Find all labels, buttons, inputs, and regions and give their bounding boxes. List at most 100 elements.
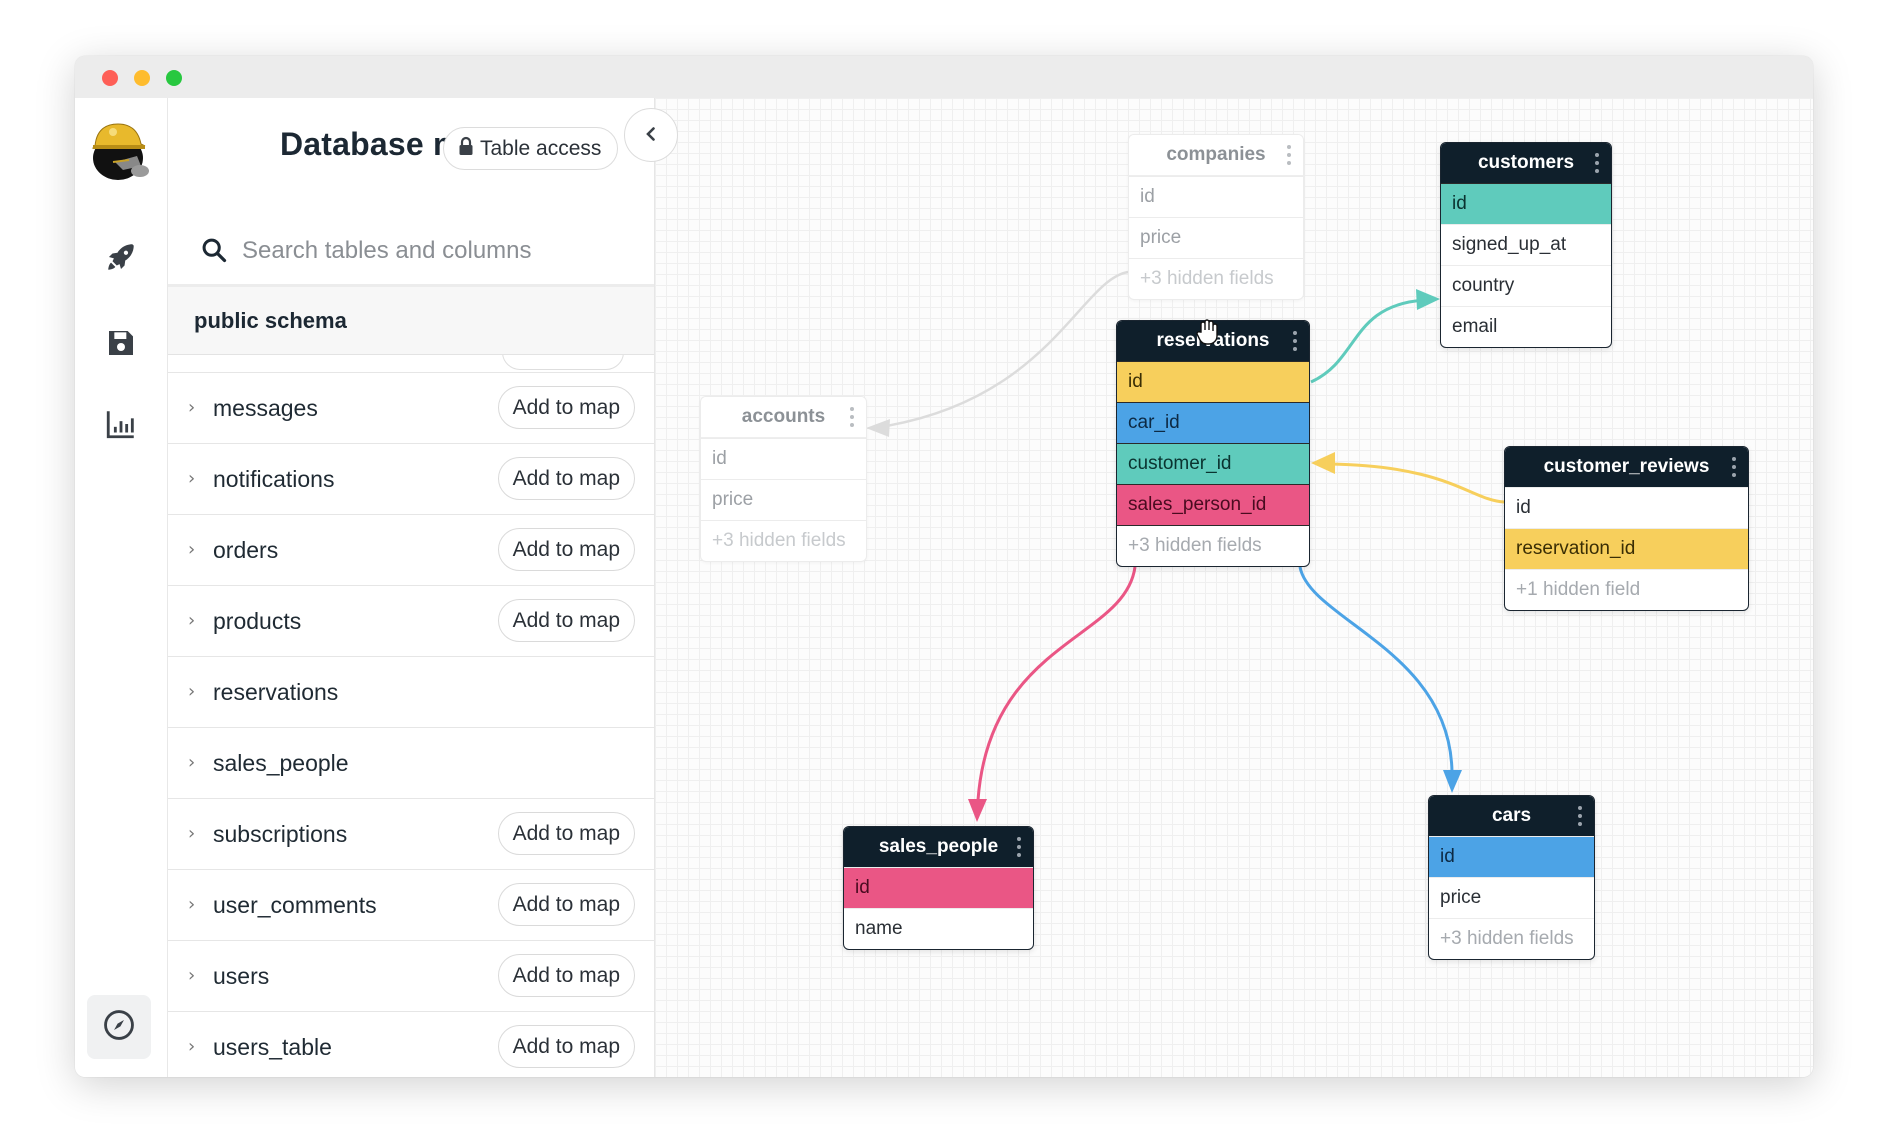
save-icon[interactable]	[101, 323, 141, 363]
field-row[interactable]: car_id	[1117, 402, 1309, 443]
search-bar	[168, 216, 654, 287]
chevron-right-icon[interactable]: ›	[188, 894, 202, 915]
list-item[interactable]: › users_table Add to map	[168, 1012, 654, 1077]
field-row[interactable]: email	[1441, 306, 1611, 347]
map-table-cars[interactable]: cars id price +3 hidden fields	[1428, 795, 1595, 960]
add-to-map-button[interactable]: Add to map	[497, 812, 635, 855]
add-to-map-button[interactable]: Add to map	[497, 386, 635, 429]
more-options-icon[interactable]	[850, 407, 854, 427]
table-name: reservations	[213, 679, 339, 705]
bar-chart-icon[interactable]	[101, 404, 141, 444]
minimize-window-button[interactable]	[134, 70, 150, 86]
more-options-icon[interactable]	[1595, 153, 1599, 173]
chevron-right-icon[interactable]: ›	[188, 681, 202, 702]
table-name: notifications	[213, 466, 335, 492]
title-bar	[75, 56, 1813, 98]
hidden-fields-toggle[interactable]: +3 hidden fields	[1117, 525, 1309, 566]
more-options-icon[interactable]	[1017, 837, 1021, 857]
map-table-customers[interactable]: customers id signed_up_at country email	[1440, 142, 1612, 348]
chevron-right-icon[interactable]: ›	[188, 965, 202, 986]
table-name: sales_people	[213, 750, 349, 776]
more-options-icon[interactable]	[1293, 331, 1297, 351]
field-row[interactable]: id	[1129, 176, 1303, 217]
schema-label: public schema	[194, 307, 347, 333]
add-to-map-button[interactable]: Add to map	[497, 883, 635, 926]
add-to-map-button[interactable]: Add to map	[497, 599, 635, 642]
chevron-right-icon[interactable]: ›	[188, 823, 202, 844]
add-to-map-button[interactable]: Add to map	[497, 528, 635, 571]
table-header[interactable]: sales_people	[844, 827, 1033, 867]
field-row[interactable]: name	[844, 908, 1033, 949]
miner-mascot-logo[interactable]	[85, 116, 155, 186]
field-row[interactable]: id	[701, 438, 866, 479]
list-item[interactable]: › messages Add to map	[168, 373, 654, 444]
collapse-panel-button[interactable]	[624, 108, 678, 162]
chevron-right-icon[interactable]: ›	[188, 610, 202, 631]
maximize-window-button[interactable]	[166, 70, 182, 86]
field-row[interactable]: id	[1505, 487, 1748, 528]
table-name: users	[213, 963, 270, 989]
chevron-right-icon[interactable]: ›	[188, 539, 202, 560]
list-item[interactable]: › users Add to map	[168, 941, 654, 1012]
table-title: cars	[1491, 805, 1532, 826]
table-title: sales_people	[878, 836, 999, 857]
hidden-fields-toggle[interactable]: +3 hidden fields	[1129, 258, 1303, 299]
list-item-partial	[168, 354, 654, 373]
table-access-button[interactable]: Table access	[443, 127, 619, 170]
table-header[interactable]: companies	[1129, 135, 1303, 176]
rocket-icon[interactable]	[101, 237, 141, 277]
field-row[interactable]: id	[1441, 183, 1611, 224]
more-options-icon[interactable]	[1287, 145, 1291, 165]
field-row[interactable]: price	[701, 479, 866, 520]
field-row[interactable]: country	[1441, 265, 1611, 306]
lock-icon	[458, 136, 474, 162]
chevron-right-icon[interactable]: ›	[188, 1036, 202, 1057]
schema-header[interactable]: public schema	[168, 287, 654, 355]
table-header[interactable]: cars	[1429, 796, 1594, 836]
table-list: › messages Add to map › notifications Ad…	[168, 354, 654, 1077]
map-table-customer-reviews[interactable]: customer_reviews id reservation_id +1 hi…	[1504, 446, 1749, 611]
list-item[interactable]: › products Add to map	[168, 586, 654, 657]
list-item[interactable]: › reservations	[168, 657, 654, 728]
hidden-fields-toggle[interactable]: +1 hidden field	[1505, 569, 1748, 610]
chevron-right-icon[interactable]: ›	[188, 468, 202, 489]
icon-rail	[75, 98, 168, 1077]
field-row[interactable]: price	[1429, 877, 1594, 918]
field-row[interactable]: reservation_id	[1505, 528, 1748, 569]
chevron-right-icon[interactable]: ›	[188, 397, 202, 418]
map-table-companies[interactable]: companies id price +3 hidden fields	[1128, 134, 1304, 300]
field-row[interactable]: price	[1129, 217, 1303, 258]
field-row[interactable]: sales_person_id	[1117, 484, 1309, 525]
more-options-icon[interactable]	[1578, 806, 1582, 826]
list-item[interactable]: › notifications Add to map	[168, 444, 654, 515]
add-to-map-button[interactable]: Add to map	[497, 954, 635, 997]
hidden-fields-toggle[interactable]: +3 hidden fields	[701, 520, 866, 561]
list-item[interactable]: › user_comments Add to map	[168, 870, 654, 941]
explore-button[interactable]	[87, 995, 151, 1059]
field-row[interactable]: id	[1117, 361, 1309, 402]
table-header[interactable]: customer_reviews	[1505, 447, 1748, 487]
search-icon	[200, 236, 228, 268]
table-name: subscriptions	[213, 821, 348, 847]
field-row[interactable]: customer_id	[1117, 443, 1309, 484]
map-table-reservations[interactable]: reservations id car_id customer_id sales…	[1116, 320, 1310, 567]
hidden-fields-toggle[interactable]: +3 hidden fields	[1429, 918, 1594, 959]
chevron-left-icon	[642, 125, 660, 146]
list-item[interactable]: › subscriptions Add to map	[168, 799, 654, 870]
database-map-panel: Database map Table access public schema …	[168, 98, 655, 1077]
field-row[interactable]: id	[844, 867, 1033, 908]
field-row[interactable]: id	[1429, 836, 1594, 877]
map-table-sales-people[interactable]: sales_people id name	[843, 826, 1034, 950]
add-to-map-button[interactable]: Add to map	[497, 1025, 635, 1068]
table-header[interactable]: customers	[1441, 143, 1611, 183]
more-options-icon[interactable]	[1732, 457, 1736, 477]
list-item[interactable]: › sales_people	[168, 728, 654, 799]
list-item[interactable]: › orders Add to map	[168, 515, 654, 586]
chevron-right-icon[interactable]: ›	[188, 752, 202, 773]
table-header[interactable]: accounts	[701, 397, 866, 438]
map-table-accounts[interactable]: accounts id price +3 hidden fields	[700, 396, 867, 562]
field-row[interactable]: signed_up_at	[1441, 224, 1611, 265]
close-window-button[interactable]	[102, 70, 118, 86]
add-to-map-button[interactable]: Add to map	[497, 457, 635, 500]
search-input[interactable]	[240, 230, 634, 272]
